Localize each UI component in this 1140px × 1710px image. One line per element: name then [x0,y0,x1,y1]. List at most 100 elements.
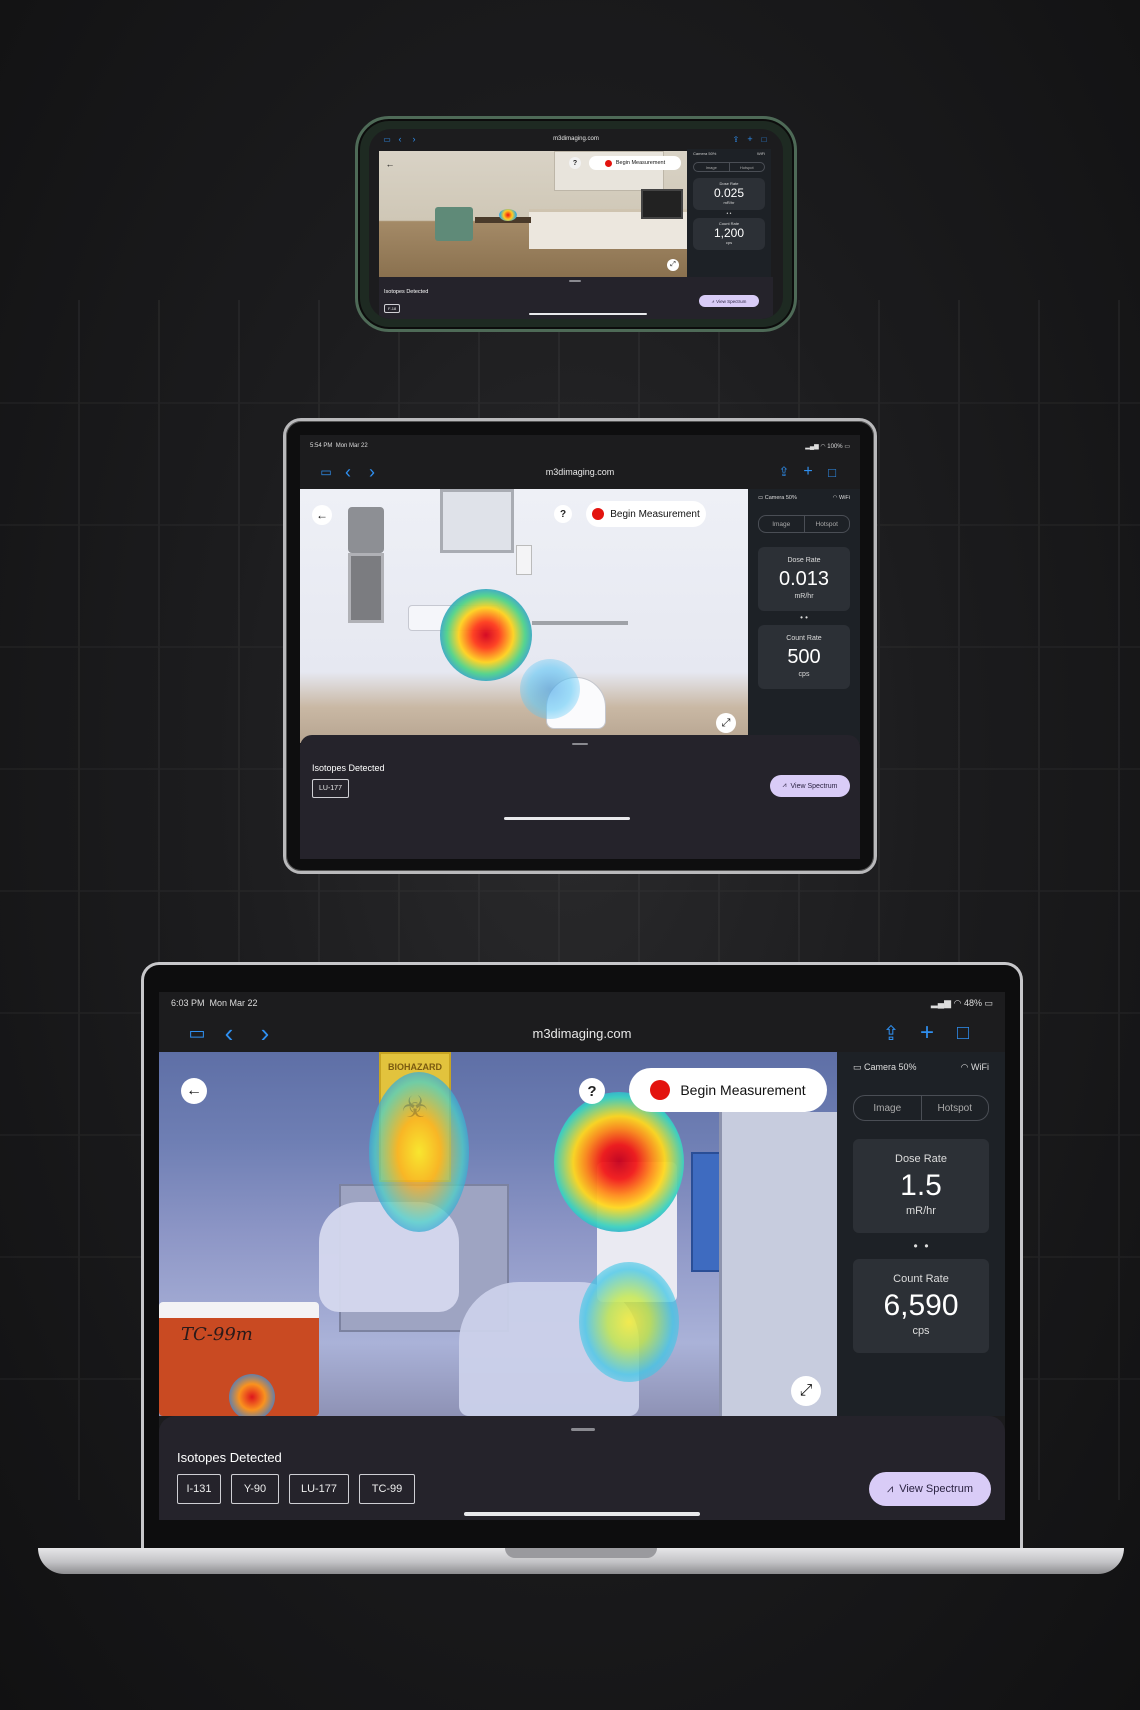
mirror [440,489,514,553]
share-icon[interactable]: ⇪ [772,464,796,480]
begin-measurement-label: Begin Measurement [680,1082,806,1098]
biohazard-label: BIOHAZARD [388,1062,442,1072]
new-tab-icon[interactable]: + [743,134,757,144]
address-url[interactable]: m3dimaging.com [533,1026,632,1041]
battery-percent: 48% [963,997,982,1008]
view-spectrum-button[interactable]: ⩘ View Spectrum [770,775,850,797]
laptop-status-bar: 6:03 PM Mon Mar 22 ▂▄▆ ◠ 48% ▭ [159,992,1005,1014]
sidebar-icon[interactable]: ▭ [381,135,393,144]
battery-percent: 100% [827,443,843,450]
wifi-icon: ◠ [953,997,962,1008]
back-nav-icon[interactable]: ‹ [393,134,407,144]
wall-recess [348,553,384,623]
chair [435,207,473,241]
signal-icon: ▂▄▆ [930,997,952,1008]
count-rate-value: 6,590 [883,1289,959,1322]
begin-measurement-label: Begin Measurement [615,160,666,166]
tab-image[interactable]: Image [854,1096,921,1120]
help-button[interactable]: ? [554,505,572,523]
dose-rate-label: Dose Rate [895,1153,947,1165]
fullscreen-button[interactable]: ⤢ [791,1376,821,1406]
tab-image[interactable]: Image [694,163,729,171]
isotope-chip[interactable]: Y-90 [231,1474,279,1504]
address-url[interactable]: m3dimaging.com [546,467,615,477]
spectrum-chart-icon: ⩘ [711,298,715,304]
help-button[interactable]: ? [569,157,581,169]
home-indicator [464,1512,700,1516]
isotope-chips: F-18 [384,297,401,315]
heatmap-hotspot-lower [579,1262,679,1382]
view-spectrum-button[interactable]: ⩘ View Spectrum [699,295,759,307]
address-url[interactable]: m3dimaging.com [553,136,599,142]
fullscreen-button[interactable]: ⤢ [667,259,679,271]
tablet-status-bar: 5:54 PM Mon Mar 22 ▂▄▆ ◠ 100% ▭ [300,435,860,457]
view-spectrum-label: View Spectrum [790,782,838,790]
laptop-hinge-notch [505,1548,657,1558]
back-button[interactable]: ← [181,1078,207,1104]
back-button[interactable]: ← [312,505,332,525]
isotope-chip[interactable]: I-131 [177,1474,221,1504]
forward-nav-icon[interactable]: › [407,134,421,144]
dose-rate-value: 0.025 [713,186,745,200]
sidebar-icon[interactable]: ▭ [183,1023,211,1044]
isotope-chip[interactable]: F-18 [384,304,401,313]
count-rate-label: Count Rate [893,1273,949,1285]
tablet-isotope-sheet: Isotopes Detected LU-177 ⩘ View Spectrum [300,735,860,859]
sheet-handle[interactable] [572,743,588,745]
page-dots: • • [913,1239,929,1253]
share-icon[interactable]: ⇪ [729,135,743,144]
paper-towel-dispenser [348,507,384,553]
laptop-isotope-sheet: Isotopes Detected I-131 Y-90 LU-177 TC-9… [159,1416,1005,1520]
count-rate-value: 500 [787,646,821,668]
camera-status: Camera 50% [864,1062,917,1072]
tabs-icon[interactable]: □ [757,135,771,144]
begin-measurement-button[interactable]: Begin Measurement [629,1068,827,1112]
new-tab-icon[interactable]: + [796,463,820,481]
status-date: Mon Mar 22 [209,998,258,1008]
begin-measurement-button[interactable]: Begin Measurement [589,156,681,170]
wifi-icon: ◠ [960,1062,969,1072]
tab-hotspot[interactable]: Hotspot [920,1096,989,1120]
sheet-handle[interactable] [569,280,581,282]
tab-image[interactable]: Image [759,516,804,532]
tabs-icon[interactable]: □ [945,1022,981,1045]
page-dots: • • [726,211,732,217]
fullscreen-button[interactable]: ⤢ [716,713,736,733]
tablet-device: 5:54 PM Mon Mar 22 ▂▄▆ ◠ 100% ▭ ▭ ‹ › m3… [283,418,877,874]
forward-nav-icon[interactable]: › [247,1018,283,1049]
forward-nav-icon[interactable]: › [360,462,384,483]
isotopes-title: Isotopes Detected [177,1450,282,1465]
heatmap-hotspot-container [229,1374,275,1416]
laptop-device: 6:03 PM Mon Mar 22 ▂▄▆ ◠ 48% ▭ ▭ ‹ › m3d… [141,962,1023,1554]
laptop-screen: 6:03 PM Mon Mar 22 ▂▄▆ ◠ 48% ▭ ▭ ‹ › m3d… [159,992,1005,1520]
tablet-side-panel: ▭ Camera 50% ◠ WiFi Image Hotspot Dose R… [748,489,860,743]
door [719,1112,837,1416]
help-button[interactable]: ? [579,1078,605,1104]
back-button[interactable]: ← [383,157,397,171]
share-icon[interactable]: ⇪ [873,1021,909,1046]
view-spectrum-button[interactable]: ⩘ View Spectrum [869,1472,991,1506]
tablet-toolbar: ▭ ‹ › m3dimaging.com ⇪ + □ [300,457,860,487]
isotope-chips: I-131 Y-90 LU-177 TC-99 [177,1474,415,1504]
count-rate-card: Count Rate 500 cps [758,625,850,689]
new-tab-icon[interactable]: + [909,1019,945,1047]
tab-hotspot[interactable]: Hotspot [728,163,765,171]
isotopes-title: Isotopes Detected [312,763,385,773]
tab-hotspot[interactable]: Hotspot [803,516,850,532]
sheet-handle[interactable] [571,1428,595,1431]
dose-rate-card: Dose Rate 0.025 mR/hr [693,178,765,210]
battery-icon: ▭ [984,997,993,1008]
tabs-icon[interactable]: □ [820,465,844,480]
heatmap-spot [499,209,517,221]
isotope-chip[interactable]: TC-99 [359,1474,415,1504]
begin-measurement-button[interactable]: Begin Measurement [586,501,706,527]
soap-dispenser [516,545,532,575]
dose-rate-label: Dose Rate [787,557,821,564]
back-nav-icon[interactable]: ‹ [211,1018,247,1049]
back-nav-icon[interactable]: ‹ [336,462,360,483]
isotope-chip[interactable]: LU-177 [289,1474,349,1504]
isotope-chip[interactable]: LU-177 [312,779,349,798]
dose-rate-value: 0.013 [778,568,830,590]
sidebar-icon[interactable]: ▭ [316,465,336,479]
grab-bar [532,621,628,625]
